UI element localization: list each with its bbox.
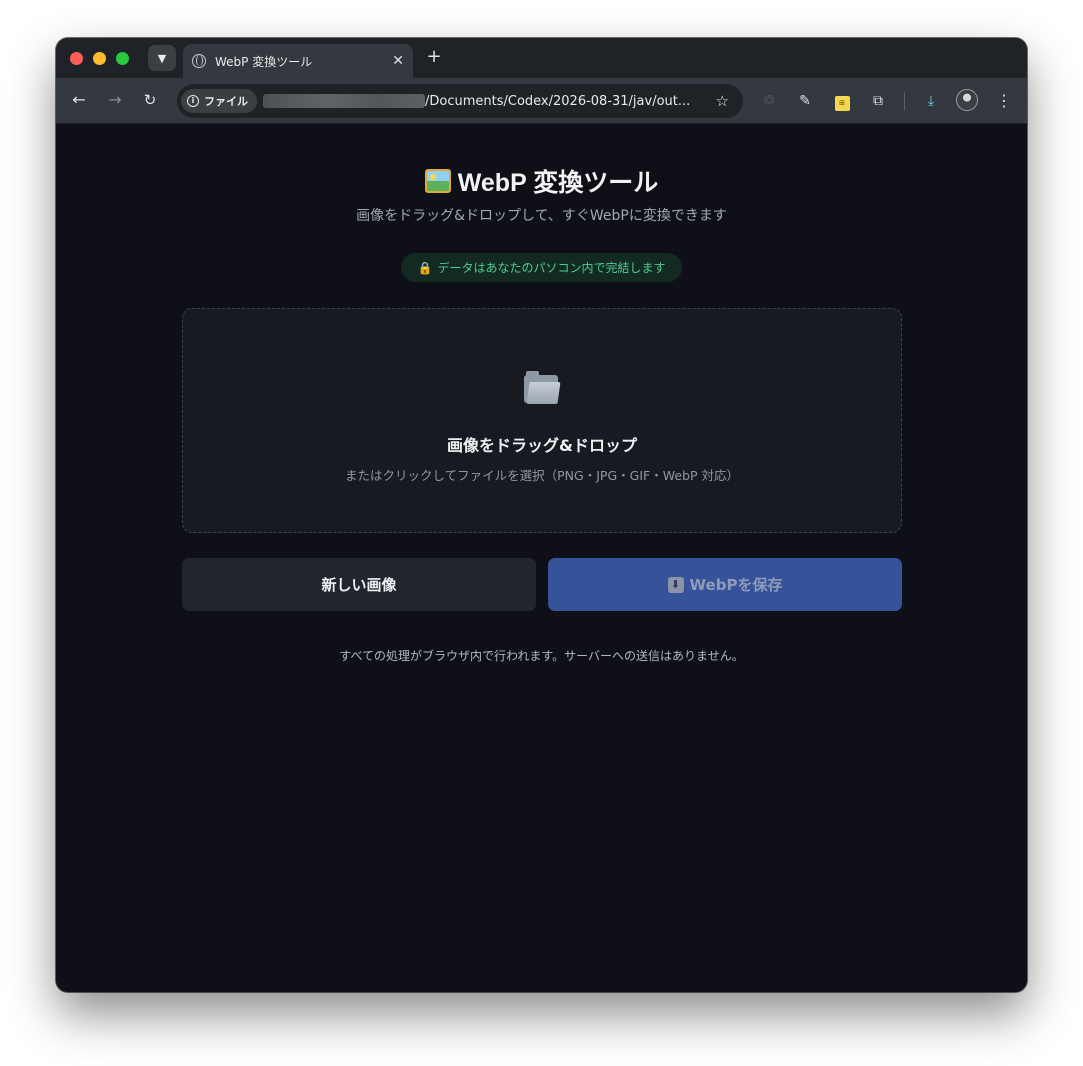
browser-toolbar: ← → ↻ i ファイル /Documents/Codex/2026-08-31… <box>56 78 1027 124</box>
footer-note: すべての処理がブラウザ内で行われます。サーバーへの送信はありません。 <box>339 649 744 663</box>
dropzone-hint: またはクリックしてファイルを選択（PNG・JPG・GIF・WebP 対応） <box>345 468 739 483</box>
forward-button[interactable]: → <box>103 88 127 112</box>
info-icon: i <box>187 95 199 107</box>
tab-search-button[interactable]: ▼ <box>148 45 176 71</box>
page-content: WebP 変換ツール 画像をドラッグ&ドロップして、すぐWebPに変換できます … <box>56 125 1027 992</box>
tab-title: WebP 変換ツール <box>215 54 313 69</box>
active-tab[interactable]: WebP 変換ツール ✕ <box>183 44 413 78</box>
maximize-window-button[interactable] <box>116 52 129 65</box>
profile-avatar[interactable] <box>956 89 978 111</box>
back-button[interactable]: ← <box>67 88 91 112</box>
extensions-icon[interactable]: ⧉ <box>867 90 889 112</box>
download-arrow-icon: ⬇ <box>667 576 684 593</box>
save-webp-button[interactable]: ⬇ WebPを保存 <box>548 558 902 611</box>
address-bar[interactable]: i ファイル /Documents/Codex/2026-08-31/jav/o… <box>177 84 743 118</box>
page-title: WebP 変換ツール <box>457 169 659 197</box>
new-image-button[interactable]: 新しい画像 <box>182 558 536 611</box>
title-row: WebP 変換ツール <box>56 163 1027 199</box>
tab-close-icon[interactable]: ✕ <box>392 53 404 69</box>
site-info-chip[interactable]: i ファイル <box>181 89 257 113</box>
globe-icon <box>192 54 206 68</box>
chevron-down-icon: ▼ <box>157 51 167 65</box>
new-image-label: 新しい画像 <box>321 576 397 594</box>
minimize-window-button[interactable] <box>93 52 106 65</box>
recycle-icon[interactable]: ♲ <box>758 90 780 112</box>
save-webp-label: WebPを保存 <box>689 576 783 594</box>
menu-icon[interactable]: ⋮ <box>993 90 1015 112</box>
redacted-path <box>263 94 425 108</box>
download-icon[interactable]: ⤓ <box>920 90 942 112</box>
bookmark-star-icon[interactable]: ☆ <box>716 92 729 110</box>
new-tab-button[interactable]: + <box>424 45 444 69</box>
lock-icon: 🔒 <box>417 260 433 275</box>
folder-icon <box>524 371 561 404</box>
tab-strip: ▼ WebP 変換ツール ✕ + <box>56 38 1027 78</box>
privacy-badge-text: データはあなたのパソコン内で完結します <box>437 261 666 275</box>
sticky-note-extension-icon[interactable]: ⊞ <box>831 90 853 112</box>
page-subtitle: 画像をドラッグ&ドロップして、すぐWebPに変換できます <box>356 208 727 224</box>
framed-picture-icon <box>424 169 451 193</box>
image-dropzone[interactable]: 画像をドラッグ&ドロップ またはクリックしてファイルを選択（PNG・JPG・GI… <box>182 308 902 533</box>
reload-button[interactable]: ↻ <box>138 88 162 112</box>
chip-label: ファイル <box>204 95 248 108</box>
dropzone-title: 画像をドラッグ&ドロップ <box>447 436 637 455</box>
toolbar-divider <box>904 92 905 110</box>
url-text: /Documents/Codex/2026-08-31/jav/out... <box>425 93 691 109</box>
browser-window: ▼ WebP 変換ツール ✕ + ← → ↻ i ファイル /Documents… <box>56 38 1027 992</box>
close-window-button[interactable] <box>70 52 83 65</box>
privacy-badge: 🔒 データはあなたのパソコン内で完結します <box>401 253 682 282</box>
eyedropper-icon[interactable]: ✎ <box>794 90 816 112</box>
